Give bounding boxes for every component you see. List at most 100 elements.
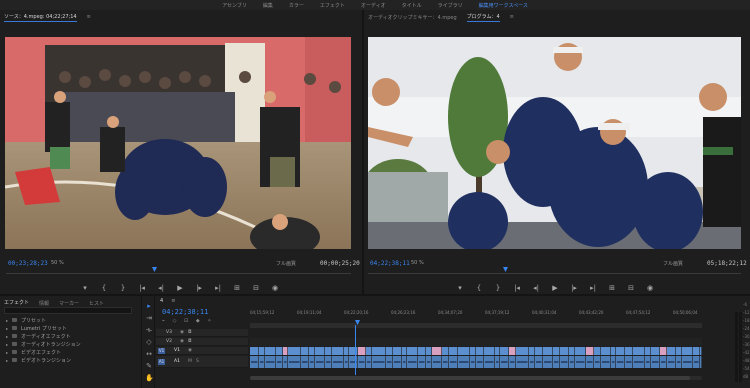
eye-icon[interactable]: ◉ [188,348,193,353]
effects-folder-item[interactable]: ▸ Lumetri プリセット [6,324,81,332]
program-zoom-select[interactable]: 50 % [411,260,424,266]
video-clip[interactable] [495,347,500,355]
video-clip[interactable] [535,347,543,355]
workspace-tab[interactable]: オーディオ [361,2,386,9]
disclosure-triangle-icon[interactable]: ▸ [6,342,8,347]
panel-divider[interactable] [362,10,364,295]
source-resolution-select[interactable]: フル画質 [276,260,296,267]
timeline-timecode[interactable]: 04;22;38;11 [162,308,208,316]
video-clip[interactable] [372,347,386,355]
video-clip[interactable] [301,347,309,355]
effects-folder-item[interactable]: ▸ オーディオトランジション [6,340,81,348]
video-clip[interactable] [386,347,393,355]
source-zoom-select[interactable]: 50 % [51,260,64,266]
in-point-icon[interactable]: { [475,284,483,292]
tab-markers[interactable]: マーカー [59,300,79,307]
video-clip[interactable] [265,347,276,355]
tab-audio-clip-mixer[interactable]: オーディオクリップミキサー：4.mpeg [368,14,457,21]
video-clip[interactable] [476,347,484,355]
go-to-out-icon[interactable]: ▸| [589,284,597,292]
tab-sequence[interactable]: 4 [160,298,163,304]
play-icon[interactable]: ▶ [176,284,184,292]
video-clip[interactable] [693,347,700,355]
hand-tool-icon[interactable]: ✋ [145,374,154,382]
timeline-work-area-bar[interactable] [250,323,702,328]
export-frame-icon[interactable]: ◉ [646,284,654,292]
out-point-icon[interactable]: } [119,284,127,292]
timeline-clips[interactable] [250,329,702,373]
disclosure-triangle-icon[interactable]: ▸ [6,326,8,331]
track-header-v3[interactable]: V3 ◉ ◘ [156,329,248,337]
video-clip[interactable] [442,347,449,355]
video-clip[interactable] [611,347,616,355]
program-playhead-timecode[interactable]: 04;22;38;11 [370,260,410,267]
overwrite-icon[interactable]: ⊟ [627,284,635,292]
step-back-icon[interactable]: ◂| [532,284,540,292]
insert-icon[interactable]: ⊞ [608,284,616,292]
program-playhead[interactable] [503,267,508,272]
workspace-tab[interactable]: タイトル [402,2,422,9]
source-time-ruler[interactable] [6,267,351,274]
video-clip[interactable] [250,347,259,355]
video-clip[interactable] [470,347,476,355]
play-icon[interactable]: ▶ [551,284,559,292]
pen-tool-icon[interactable]: ✎ [145,362,153,370]
disclosure-triangle-icon[interactable]: ▸ [6,334,8,339]
tab-info[interactable]: 情報 [39,300,49,307]
audio-clip[interactable] [700,356,702,368]
track-select-tool-icon[interactable]: ⇥ [145,314,153,322]
panel-menu-icon[interactable]: ≡ [87,14,91,20]
effects-folder-item[interactable]: ▸ ビデオトランジション [6,356,81,364]
video-clip[interactable] [332,347,344,355]
video-clip[interactable] [358,347,366,355]
program-time-ruler[interactable] [368,267,741,274]
video-clip[interactable] [594,347,601,355]
source-patch-v1[interactable]: V1 [158,348,165,354]
slip-tool-icon[interactable]: ↔ [145,350,153,358]
video-clip[interactable] [432,347,442,355]
track-header-v2[interactable]: V2 ◉ ◘ [156,338,248,346]
video-clip[interactable] [633,347,645,355]
video-clip[interactable] [509,347,516,355]
selection-tool-icon[interactable]: ▸ [145,302,153,310]
video-clip[interactable] [651,347,660,355]
video-clip[interactable] [259,347,265,355]
timeline-scroll-thumb[interactable] [250,376,690,380]
video-clip[interactable] [682,347,693,355]
eye-icon[interactable]: ◉ [180,339,185,344]
track-header-a1[interactable]: A1 A1 M S [156,356,248,368]
video-clip[interactable] [676,347,682,355]
source-playhead[interactable] [152,267,157,272]
video-clip[interactable] [553,347,560,355]
video-clip[interactable] [283,347,288,355]
step-forward-icon[interactable]: |▸ [195,284,203,292]
tab-history[interactable]: ヒスト [89,300,104,307]
video-clip[interactable] [543,347,553,355]
mute-icon[interactable]: M [188,359,193,364]
disclosure-triangle-icon[interactable]: ▸ [6,350,8,355]
razor-tool-icon[interactable]: ◇ [145,338,153,346]
out-point-icon[interactable]: } [494,284,502,292]
step-forward-icon[interactable]: |▸ [570,284,578,292]
insert-icon[interactable]: ⊞ [233,284,241,292]
step-back-icon[interactable]: ◂| [157,284,165,292]
tab-program[interactable]: プログラム：4 [466,13,500,22]
effects-search-input[interactable] [4,307,132,314]
video-clip[interactable] [601,347,611,355]
effects-folder-item[interactable]: ▸ プリセット [6,316,81,324]
workspace-tab[interactable]: エフェクト [320,2,345,9]
marker-icon[interactable]: ▾ [81,284,89,292]
program-resolution-select[interactable]: フル画質 [663,260,683,267]
video-clip[interactable] [645,347,651,355]
solo-icon[interactable]: S [196,359,201,364]
ripple-edit-tool-icon[interactable]: ⟛ [145,326,153,334]
video-clip[interactable] [484,347,495,355]
video-clip[interactable] [569,347,575,355]
panel-menu-icon[interactable]: ≡ [171,298,175,304]
workspace-tab[interactable]: 編集用ワークスペース [479,2,528,9]
video-clip[interactable] [426,347,432,355]
source-playhead-timecode[interactable]: 00;23;28;23 [8,260,48,267]
tab-source[interactable]: ソース：4.mpeg: 04;22;27;14 [4,13,77,22]
video-clip[interactable] [616,347,625,355]
go-to-out-icon[interactable]: ▸| [214,284,222,292]
